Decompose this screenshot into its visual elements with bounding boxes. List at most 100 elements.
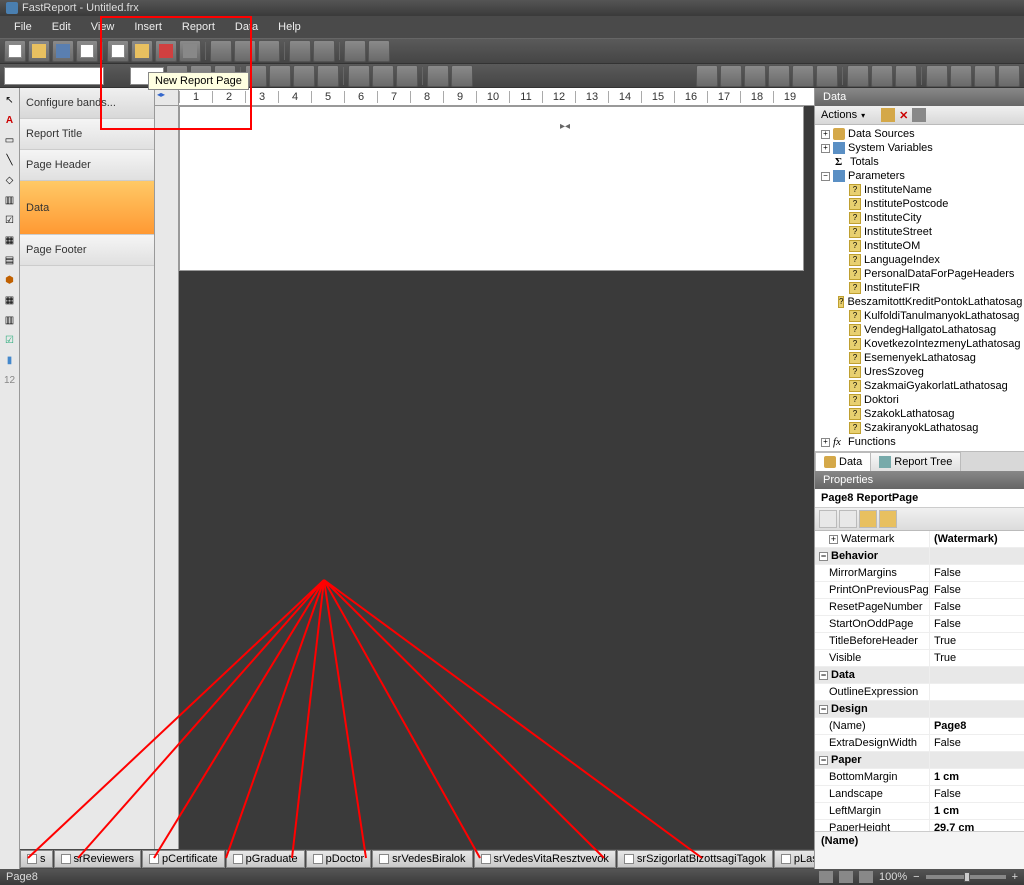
- page-tab[interactable]: pGraduate: [226, 850, 305, 868]
- picture-tool[interactable]: ▭: [1, 131, 19, 149]
- align-right-button[interactable]: [293, 65, 315, 87]
- tree-node[interactable]: ?VendegHallgatoLathatosag: [817, 323, 1022, 337]
- menu-insert[interactable]: Insert: [124, 18, 172, 36]
- tree-node[interactable]: ?KulfoldiTanulmanyokLathatosag: [817, 309, 1022, 323]
- tree-node[interactable]: +fxFunctions: [817, 435, 1022, 449]
- tree-node[interactable]: ?InstituteFIR: [817, 281, 1022, 295]
- alphabetical-button[interactable]: [839, 510, 857, 528]
- tree-node[interactable]: ?KovetkezoIntezmenyLathatosag: [817, 337, 1022, 351]
- open-button[interactable]: [28, 40, 50, 62]
- vertical-ruler[interactable]: [155, 106, 179, 869]
- menu-data[interactable]: Data: [225, 18, 268, 36]
- tab-data[interactable]: Data: [815, 452, 871, 471]
- page-tab[interactable]: srVedesBiralok: [372, 850, 472, 868]
- status-icon-3[interactable]: [859, 871, 873, 883]
- property-row[interactable]: BottomMargin1 cm: [815, 769, 1024, 786]
- property-row[interactable]: LandscapeFalse: [815, 786, 1024, 803]
- tab-report-tree[interactable]: Report Tree: [870, 452, 961, 471]
- property-row[interactable]: PrintOnPreviousPageFalse: [815, 582, 1024, 599]
- menu-help[interactable]: Help: [268, 18, 311, 36]
- preview-button[interactable]: [76, 40, 98, 62]
- tree-node[interactable]: ?InstituteCity: [817, 211, 1022, 225]
- page-tab[interactable]: srReviewers: [54, 850, 142, 868]
- tree-node[interactable]: +System Variables: [817, 141, 1022, 155]
- property-row[interactable]: TitleBeforeHeaderTrue: [815, 633, 1024, 650]
- line-tool[interactable]: ╲: [1, 151, 19, 169]
- page-tab[interactable]: pCertificate: [142, 850, 225, 868]
- page-tab[interactable]: srVedesVitaResztvevok: [474, 850, 616, 868]
- status-icon-1[interactable]: [819, 871, 833, 883]
- text-tool[interactable]: A: [1, 111, 19, 129]
- undo-button[interactable]: [289, 40, 311, 62]
- property-row[interactable]: ResetPageNumberFalse: [815, 599, 1024, 616]
- delete-icon[interactable]: ✕: [899, 109, 908, 122]
- save-button[interactable]: [52, 40, 74, 62]
- group-button[interactable]: [344, 40, 366, 62]
- property-row[interactable]: MirrorMarginsFalse: [815, 565, 1024, 582]
- tree-node[interactable]: +Data Sources: [817, 127, 1022, 141]
- ungroup-button[interactable]: [368, 40, 390, 62]
- menu-file[interactable]: File: [4, 18, 42, 36]
- tree-node[interactable]: −Parameters: [817, 169, 1022, 183]
- zip-tool[interactable]: ▦: [1, 291, 19, 309]
- properties-object[interactable]: Page8 ReportPage: [815, 489, 1024, 508]
- chart-tool[interactable]: ⬢: [1, 271, 19, 289]
- tree-node[interactable]: ?EsemenyekLathatosag: [817, 351, 1022, 365]
- align-tops-button[interactable]: [768, 65, 790, 87]
- align-middles-button[interactable]: [792, 65, 814, 87]
- property-row[interactable]: −Behavior: [815, 548, 1024, 565]
- new-button[interactable]: [4, 40, 26, 62]
- property-row[interactable]: −Data: [815, 667, 1024, 684]
- tree-node[interactable]: ?BeszamitottKreditPontokLathatosag: [817, 295, 1022, 309]
- actions-menu[interactable]: Actions: [821, 109, 857, 121]
- menu-report[interactable]: Report: [172, 18, 225, 36]
- horizontal-ruler[interactable]: 12345678910111213141516171819: [179, 88, 814, 106]
- property-row[interactable]: StartOnOddPageFalse: [815, 616, 1024, 633]
- send-back-button[interactable]: [998, 65, 1020, 87]
- cut-button[interactable]: [210, 40, 232, 62]
- same-size-button[interactable]: [895, 65, 917, 87]
- menu-view[interactable]: View: [81, 18, 125, 36]
- data-tree[interactable]: +Data Sources+System VariablesΣTotals−Pa…: [815, 125, 1024, 451]
- page-tab[interactable]: pDoctor: [306, 850, 372, 868]
- table-tool[interactable]: ▦: [1, 231, 19, 249]
- matrix-tool[interactable]: ▤: [1, 251, 19, 269]
- paste-button[interactable]: [258, 40, 280, 62]
- band-data[interactable]: Data: [20, 181, 154, 235]
- bring-front-button[interactable]: [974, 65, 996, 87]
- align-lefts-button[interactable]: [696, 65, 718, 87]
- design-canvas[interactable]: ◂▸ 12345678910111213141516171819 ▸◂: [155, 88, 814, 869]
- cellular-tool[interactable]: ▥: [1, 311, 19, 329]
- valign-bottom-button[interactable]: [396, 65, 418, 87]
- add-datasource-icon[interactable]: [881, 108, 895, 122]
- band-report-title[interactable]: Report Title: [20, 119, 154, 150]
- barcode-tool[interactable]: ▥: [1, 191, 19, 209]
- zoom-slider[interactable]: [926, 875, 1006, 879]
- status-icon-2[interactable]: [839, 871, 853, 883]
- valign-top-button[interactable]: [348, 65, 370, 87]
- tree-node[interactable]: ΣTotals: [817, 155, 1022, 169]
- tree-node[interactable]: ?UresSzoveg: [817, 365, 1022, 379]
- redo-button[interactable]: [313, 40, 335, 62]
- props-page-button[interactable]: [859, 510, 877, 528]
- property-row[interactable]: (Name)Page8: [815, 718, 1024, 735]
- check-tool[interactable]: ☑: [1, 331, 19, 349]
- space-h-button[interactable]: [926, 65, 948, 87]
- zoom-in-button[interactable]: +: [1012, 871, 1018, 883]
- new-dialog-button[interactable]: [131, 40, 153, 62]
- tree-node[interactable]: ?LanguageIndex: [817, 253, 1022, 267]
- events-button[interactable]: [879, 510, 897, 528]
- align-justify-button[interactable]: [317, 65, 339, 87]
- property-row[interactable]: −Paper: [815, 752, 1024, 769]
- property-row[interactable]: PaperHeight29,7 cm: [815, 820, 1024, 831]
- bar-tool[interactable]: ▮: [1, 351, 19, 369]
- tree-node[interactable]: ?SzakmaiGyakorlatLathatosag: [817, 379, 1022, 393]
- valign-middle-button[interactable]: [372, 65, 394, 87]
- menu-edit[interactable]: Edit: [42, 18, 81, 36]
- tree-node[interactable]: ?InstituteOM: [817, 239, 1022, 253]
- page-setup-button[interactable]: [179, 40, 201, 62]
- configure-bands[interactable]: Configure bands...: [20, 88, 154, 119]
- pointer-tool[interactable]: ↖: [1, 91, 19, 109]
- font-family-select[interactable]: [4, 67, 104, 85]
- copy-button[interactable]: [234, 40, 256, 62]
